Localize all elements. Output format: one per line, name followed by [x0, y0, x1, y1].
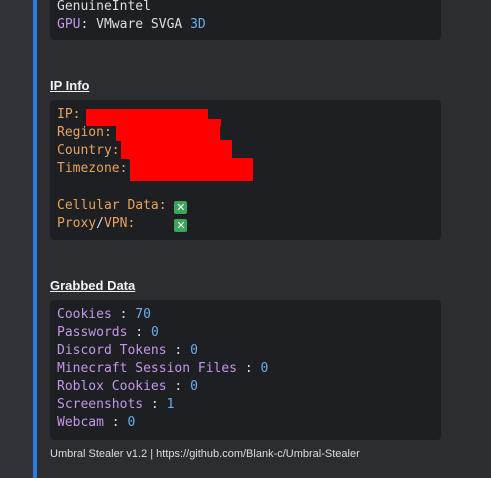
grabbed-data-title: Grabbed Data	[50, 278, 136, 293]
redaction-country	[121, 140, 232, 159]
proxy-line: Proxy/VPN: ✕	[57, 216, 188, 232]
cellular-line: Cellular Data: ✕	[57, 197, 188, 215]
list-item: Screenshots : 1	[57, 397, 175, 412]
grabbed-data-block: Cookies : 70 Passwords : 0 Discord Token…	[50, 300, 441, 440]
list-item: Discord Tokens : 0	[57, 343, 198, 358]
list-item: Roblox Cookies : 0	[57, 379, 198, 394]
proxy-label: Proxy	[57, 216, 97, 231]
ip-info-title: IP Info	[50, 78, 90, 93]
cpu-line: GenuineIntel	[57, 0, 151, 14]
embed-accent-bar	[33, 0, 37, 478]
gpu-label: GPU	[57, 17, 81, 32]
timezone-label: Timezone:	[57, 161, 128, 176]
x-box-icon: ✕	[174, 201, 188, 214]
list-item: Cookies : 70	[57, 307, 151, 322]
redaction-ip	[86, 109, 208, 119]
region-label: Region:	[57, 125, 112, 140]
list-item: Passwords : 0	[57, 325, 159, 340]
list-item: Webcam : 0	[57, 415, 136, 430]
x-box-icon: ✕	[174, 219, 188, 232]
country-label: Country:	[57, 143, 120, 158]
gpu-value: VMware SVGA	[96, 17, 183, 32]
cellular-label: Cellular Data:	[57, 198, 167, 213]
gpu-line: GPU: VMware SVGA 3D	[57, 16, 206, 34]
redaction-region	[116, 122, 220, 141]
ip-label: IP:	[57, 107, 81, 122]
redaction-timezone	[130, 158, 253, 181]
system-info-block: GenuineIntel GPU: VMware SVGA 3D	[50, 0, 441, 40]
list-item: Minecraft Session Files : 0	[57, 361, 269, 376]
gpu-colon: :	[80, 17, 97, 32]
embed-footer: Umbral Stealer v1.2 | https://github.com…	[50, 448, 360, 460]
gpu-value-num: 3D	[190, 17, 206, 32]
